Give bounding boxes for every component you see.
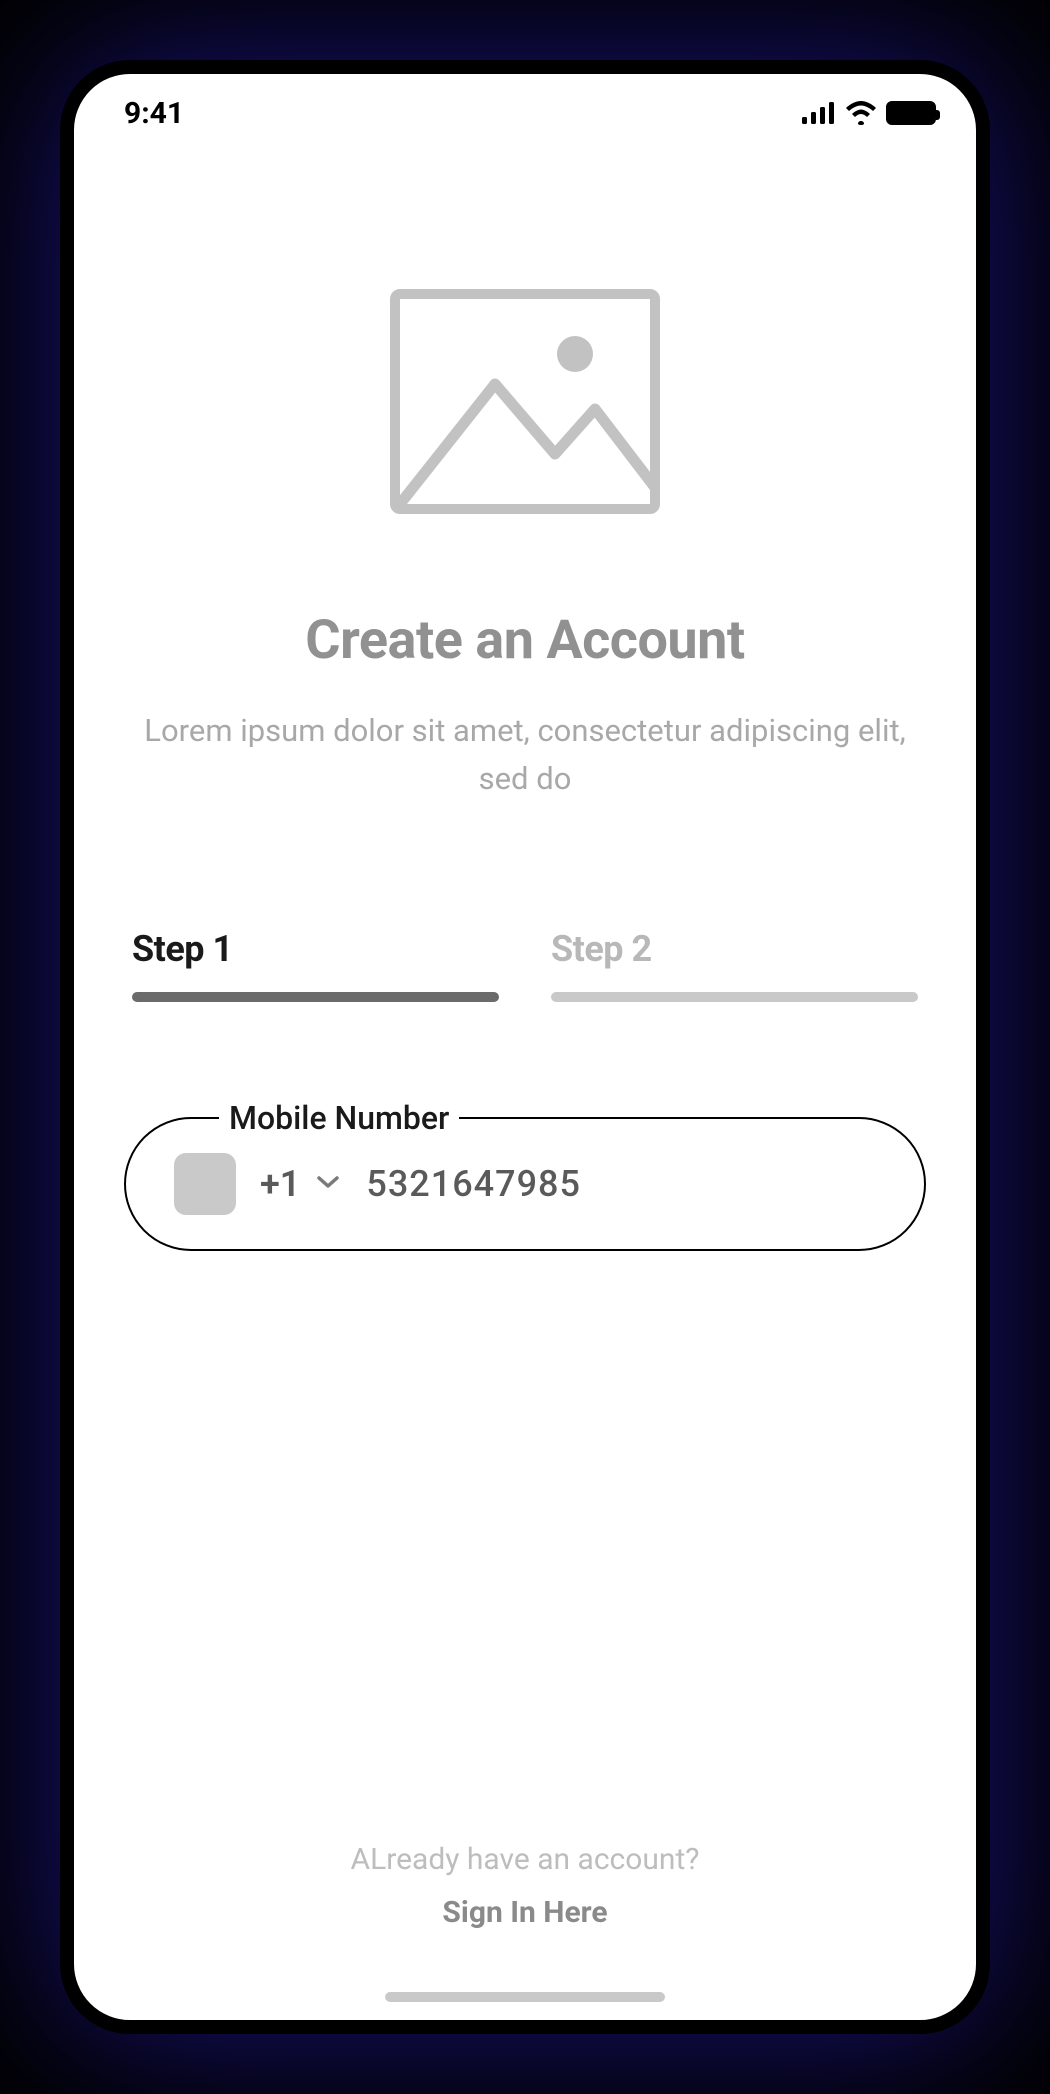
status-indicators	[802, 101, 936, 125]
dial-code[interactable]: +1	[260, 1163, 300, 1205]
home-indicator[interactable]	[385, 1992, 665, 2002]
hero-section: Create an Account Lorem ipsum dolor sit …	[124, 134, 926, 803]
phone-mockup: 9:41	[60, 60, 990, 2034]
wifi-icon	[845, 101, 877, 125]
step-2-tab[interactable]: Step 2	[551, 928, 918, 1002]
status-time: 9:41	[124, 96, 184, 131]
step-1-bar	[132, 992, 499, 1002]
step-indicator: Step 1 Step 2	[124, 928, 926, 1002]
footer-question-text: ALready have an account?	[124, 1842, 926, 1877]
page-title: Create an Account	[124, 609, 926, 672]
phone-number-input[interactable]	[366, 1163, 874, 1205]
form-area: Mobile Number +1	[124, 1117, 926, 1251]
step-1-label: Step 1	[132, 928, 499, 970]
step-2-bar	[551, 992, 918, 1002]
status-bar: 9:41	[74, 74, 976, 134]
battery-icon	[886, 101, 936, 125]
sign-in-link[interactable]: Sign In Here	[124, 1895, 926, 1930]
phone-input-field[interactable]: +1	[124, 1117, 926, 1251]
page-subtitle: Lorem ipsum dolor sit amet, consectetur …	[124, 707, 926, 803]
cellular-signal-icon	[802, 102, 836, 124]
chevron-down-icon[interactable]	[316, 1174, 340, 1194]
step-1-tab[interactable]: Step 1	[132, 928, 499, 1002]
step-2-label: Step 2	[551, 928, 918, 970]
country-flag-icon[interactable]	[174, 1153, 236, 1215]
phone-input-label: Mobile Number	[219, 1099, 459, 1137]
phone-input-wrapper: Mobile Number +1	[124, 1117, 926, 1251]
image-placeholder-icon	[390, 289, 660, 514]
